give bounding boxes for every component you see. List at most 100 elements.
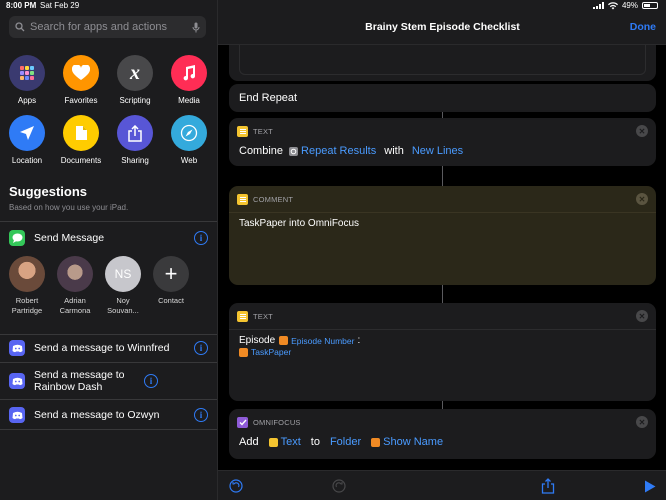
repeat-icon [289,146,299,156]
repeat-card-partial[interactable] [229,45,656,81]
text-action-card[interactable]: TEXT ✕ Combine Repeat Results with New L… [229,118,656,166]
category-label: Sharing [121,156,149,165]
category-scripting[interactable]: x Scripting [108,55,162,105]
add-contact[interactable]: + Contact [148,256,194,306]
connector-line [442,285,443,303]
card-type-label: TEXT [253,311,273,321]
connector-line [442,166,443,186]
microphone-icon[interactable] [192,22,200,33]
text-variable[interactable]: Text [268,436,301,448]
undo-icon[interactable] [228,478,244,494]
repeat-results-variable[interactable]: Repeat Results [289,145,376,157]
search-input[interactable]: Search for apps and actions [9,16,206,38]
discord-row[interactable]: Send a message to Winnfred i [0,336,217,360]
wifi-icon [607,1,618,9]
contact-name: Adrian Carmona [59,296,91,315]
status-bar: 8:00 PM Sat Feb 29 49% [0,0,666,12]
discord-icon [9,373,25,389]
category-web[interactable]: Web [162,115,216,165]
category-label: Location [11,156,43,165]
category-sharing[interactable]: Sharing [108,115,162,165]
delete-action-icon[interactable]: ✕ [636,125,648,137]
comment-icon [237,193,248,205]
discord-row[interactable]: Send a message to Rainbow Dash i [0,366,217,396]
messages-icon [9,230,25,246]
omnifocus-checkmark-icon [237,416,248,428]
colon-text: : [357,335,361,346]
card-divider [229,212,656,213]
text-action-card[interactable]: TEXT ✕ Episode Episode Number : TaskPape… [229,303,656,401]
suggestions-title: Suggestions [9,184,88,199]
category-label: Favorites [64,96,98,105]
episode-number-variable[interactable]: Episode Number [279,336,354,346]
discord-icon [9,340,25,356]
search-icon [15,22,25,32]
show-name-variable[interactable]: Show Name [371,436,443,448]
category-documents[interactable]: Documents [54,115,108,165]
play-icon[interactable] [642,478,658,494]
category-apps[interactable]: Apps [0,55,54,105]
contact-noy-souvan[interactable]: NS Noy Souvan... [100,256,146,316]
discord-row-label: Send a message to Rainbow Dash [34,369,125,393]
text-content: Combine Repeat Results with New Lines [239,145,463,157]
info-icon[interactable]: i [194,341,208,355]
battery-fill [644,4,650,7]
variable-label: Text [280,436,301,448]
comment-card[interactable]: COMMENT ✕ TaskPaper into OmniFocus [229,186,656,285]
contact-robert-partridge[interactable]: Robert Partridge [4,256,50,316]
variable-label: Repeat Results [301,145,377,157]
add-word: Add [239,436,259,448]
shortcut-title: Brainy Stem Episode Checklist [365,21,520,33]
omnifocus-content: Add Text to Folder Show Name [239,436,443,448]
share-icon[interactable] [540,478,556,494]
end-repeat-card[interactable]: End Repeat [229,84,656,112]
comment-text[interactable]: TaskPaper into OmniFocus [239,218,359,229]
taskpaper-variable[interactable]: TaskPaper [239,347,291,357]
signal-icon [592,2,604,9]
category-label: Web [180,156,198,165]
variable-icon [239,347,248,357]
text-action-icon [237,125,248,137]
contact-adrian-carmona[interactable]: Adrian Carmona [52,256,98,316]
heart-icon [63,55,99,91]
redo-icon[interactable] [331,478,347,494]
variable-icon [279,336,289,345]
to-word: to [310,436,320,448]
share-icon [117,115,153,151]
episode-word: Episode [239,335,276,346]
music-note-icon [171,55,207,91]
card-header: COMMENT [229,186,656,212]
discord-icon [9,407,25,423]
delete-action-icon[interactable]: ✕ [636,310,648,322]
info-icon[interactable]: i [194,408,208,422]
category-location[interactable]: Location [0,115,54,165]
new-lines-parameter[interactable]: New Lines [412,145,463,157]
shortcut-editor: Brainy Stem Episode Checklist Done End R… [217,0,666,500]
card-header: TEXT [229,118,656,144]
discord-row[interactable]: Send a message to Ozwyn i [0,403,217,427]
info-icon[interactable]: i [194,231,208,245]
status-time: 8:00 PM [6,1,37,10]
done-button[interactable]: Done [630,21,656,33]
divider [0,429,217,430]
send-message-row[interactable]: Send Message i [0,228,217,248]
info-icon[interactable]: i [144,374,158,388]
compass-icon [171,115,207,151]
category-favorites[interactable]: Favorites [54,55,108,105]
category-media[interactable]: Media [162,55,216,105]
card-header: TEXT [229,303,656,329]
folder-parameter[interactable]: Folder [330,436,361,448]
category-label: Documents [60,156,102,165]
sidebar: Search for apps and actions Apps Favorit… [0,0,217,500]
text-variable-icon [268,437,278,447]
document-icon [63,115,99,151]
avatar [57,256,93,292]
avatar: NS [105,256,141,292]
omnifocus-action-card[interactable]: OMNIFOCUS ✕ Add Text to Folder Show Name [229,409,656,459]
battery-icon [642,2,658,9]
delete-action-icon[interactable]: ✕ [636,416,648,428]
contact-name: Contact [158,296,184,305]
status-right: 49% [592,1,658,10]
delete-action-icon[interactable]: ✕ [636,193,648,205]
card-type-label: OMNIFOCUS [253,417,301,427]
